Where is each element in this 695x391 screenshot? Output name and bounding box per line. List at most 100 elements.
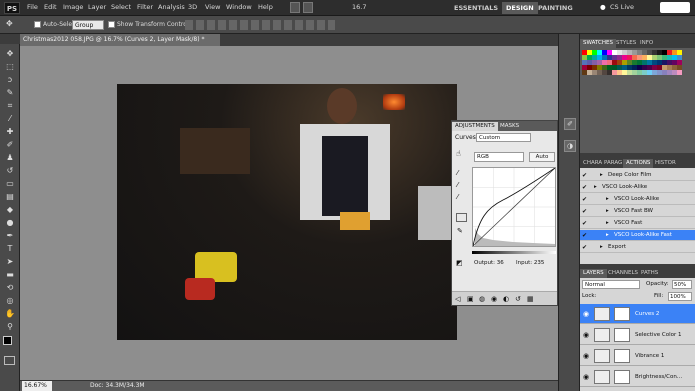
expand-icon[interactable]: ▣ — [467, 295, 474, 303]
marquee-tool-icon[interactable]: ⬚ — [4, 61, 16, 72]
check-icon[interactable]: ✔ — [582, 172, 589, 179]
tab-history[interactable]: HISTOR — [652, 159, 679, 168]
tab-adjustments[interactable]: ADJUSTMENTS — [452, 122, 498, 131]
expand-arrow-icon[interactable]: ▸ — [594, 182, 597, 193]
pen-tool-icon[interactable]: ✒ — [4, 230, 16, 241]
eye-icon[interactable]: ◉ — [583, 310, 591, 318]
gradient-tool-icon[interactable]: ▤ — [4, 191, 16, 202]
expand-arrow-icon[interactable]: ▸ — [600, 170, 603, 181]
adjustment-thumbnail[interactable] — [594, 370, 610, 384]
action-item[interactable]: ✔ ▸ Deep Color Film — [580, 170, 695, 181]
visibility-icon[interactable]: ◉ — [491, 295, 497, 303]
quick-select-tool-icon[interactable]: ✎ — [4, 87, 16, 98]
action-item[interactable]: ✔ ▸ VSCO Look-Alike — [580, 194, 695, 205]
move-tool-icon[interactable]: ✥ — [4, 48, 16, 59]
tab-masks[interactable]: MASKS — [497, 122, 522, 131]
menu-image[interactable]: Image — [63, 3, 83, 11]
expand-arrow-icon[interactable]: ▸ — [606, 206, 609, 217]
brush-tool-icon[interactable]: ✐ — [4, 139, 16, 150]
tab-swatches[interactable]: SWATCHES — [580, 39, 616, 48]
mask-thumbnail[interactable] — [614, 307, 630, 321]
stamp-tool-icon[interactable]: ♟ — [4, 152, 16, 163]
eraser-tool-icon[interactable]: ▭ — [4, 178, 16, 189]
3d-orbit-tool-icon[interactable]: ◎ — [4, 295, 16, 306]
cs-live-icon[interactable]: ● — [600, 3, 606, 11]
menu-file[interactable]: File — [27, 3, 38, 11]
curve-pencil-icon[interactable]: ✎ — [457, 227, 463, 235]
eyedropper-tool-icon[interactable]: ⁄ — [4, 113, 16, 124]
layer-row[interactable]: ◉ Selective Color 1 — [580, 325, 695, 345]
layer-row[interactable]: ◉ Vibrance 1 — [580, 346, 695, 366]
return-icon[interactable]: ◁ — [455, 295, 460, 303]
check-icon[interactable]: ✔ — [582, 208, 589, 215]
curve-edit-points-icon[interactable] — [456, 213, 467, 222]
menu-help[interactable]: Help — [258, 3, 273, 11]
check-icon[interactable]: ✔ — [582, 196, 589, 203]
trash-icon[interactable]: ▦ — [527, 295, 534, 303]
eye-icon[interactable]: ◉ — [583, 373, 591, 381]
swatch[interactable] — [677, 70, 682, 75]
menu-layer[interactable]: Layer — [88, 3, 106, 11]
menu-3d[interactable]: 3D — [188, 3, 197, 11]
menu-window[interactable]: Window — [226, 3, 252, 11]
eye-icon[interactable]: ◉ — [583, 352, 591, 360]
3d-rotate-tool-icon[interactable]: ⟲ — [4, 282, 16, 293]
layer-row[interactable]: ◉ Curves 2 — [580, 304, 695, 324]
action-item[interactable]: ✔ ▸ VSCO Look-Alike — [580, 182, 695, 193]
tab-layers[interactable]: LAYERS — [580, 269, 607, 278]
expand-arrow-icon[interactable]: ▸ — [606, 218, 609, 229]
eyedropper-gray-icon[interactable]: ⁄ — [457, 181, 458, 189]
tab-info[interactable]: INFO — [637, 39, 656, 48]
align-buttons[interactable] — [185, 20, 335, 30]
shape-tool-icon[interactable]: ▬ — [4, 269, 16, 280]
check-icon[interactable]: ✔ — [582, 244, 589, 251]
tab-paragraph[interactable]: PARAG — [601, 159, 625, 168]
curve-graph[interactable] — [472, 167, 556, 247]
workspace-painting[interactable]: PAINTING — [534, 2, 577, 14]
clip-icon[interactable]: ◍ — [479, 295, 485, 303]
document-tab[interactable]: Christmas2012 058.JPG @ 16.7% (Curves 2,… — [20, 34, 220, 46]
workspace-design[interactable]: DESIGN — [502, 2, 538, 14]
adjustment-thumbnail[interactable] — [594, 328, 610, 342]
cs-live[interactable]: CS Live — [610, 3, 634, 11]
action-item[interactable]: ✔ ▸ VSCO Fast — [580, 218, 695, 229]
zoom-status[interactable]: 16.67% — [22, 381, 52, 391]
tab-styles[interactable]: STYLES — [613, 39, 639, 48]
document-photo[interactable] — [117, 84, 457, 340]
fill-field[interactable]: 100% — [668, 292, 692, 301]
menu-analysis[interactable]: Analysis — [158, 3, 185, 11]
dodge-tool-icon[interactable]: ● — [4, 217, 16, 228]
expand-arrow-icon[interactable]: ▸ — [606, 194, 609, 205]
auto-select-dropdown[interactable]: Group — [72, 20, 104, 30]
healing-tool-icon[interactable]: ✚ — [4, 126, 16, 137]
preset-dropdown[interactable]: Custom — [476, 133, 531, 142]
check-icon[interactable]: ✔ — [582, 232, 589, 239]
lasso-tool-icon[interactable]: ↄ — [4, 74, 16, 85]
expand-arrow-icon[interactable]: ▸ — [606, 230, 609, 241]
move-tool-icon[interactable]: ✥ — [6, 19, 13, 28]
previous-state-icon[interactable]: ◐ — [503, 295, 509, 303]
check-icon[interactable]: ✔ — [582, 184, 589, 191]
layer-row[interactable]: ◉ Brightness/Con... — [580, 367, 695, 387]
foreground-color-swatch[interactable] — [3, 336, 12, 345]
tab-paths[interactable]: PATHS — [638, 269, 661, 278]
brush-preset-icon[interactable]: ✐ — [564, 118, 576, 130]
opacity-field[interactable]: 50% — [672, 280, 692, 289]
menu-view[interactable]: View — [205, 3, 220, 11]
show-transform-checkbox[interactable] — [108, 21, 115, 28]
mask-thumbnail[interactable] — [614, 349, 630, 363]
clipping-warning-icon[interactable]: ◩ — [456, 259, 463, 267]
eyedropper-black-icon[interactable]: ⁄ — [457, 169, 458, 177]
menu-filter[interactable]: Filter — [137, 3, 153, 11]
check-icon[interactable]: ✔ — [582, 220, 589, 227]
channel-dropdown[interactable]: RGB — [474, 152, 524, 162]
adjustment-thumbnail[interactable] — [594, 307, 610, 321]
zoom-tool-icon[interactable]: ⚲ — [4, 321, 16, 332]
type-tool-icon[interactable]: T — [4, 243, 16, 254]
mask-thumbnail[interactable] — [614, 370, 630, 384]
adjustments-icon[interactable]: ◑ — [564, 140, 576, 152]
crop-tool-icon[interactable]: ⌗ — [4, 100, 16, 111]
eye-icon[interactable]: ◉ — [583, 331, 591, 339]
search-field[interactable] — [660, 2, 690, 13]
action-item[interactable]: ✔ ▸ Export — [580, 242, 695, 253]
